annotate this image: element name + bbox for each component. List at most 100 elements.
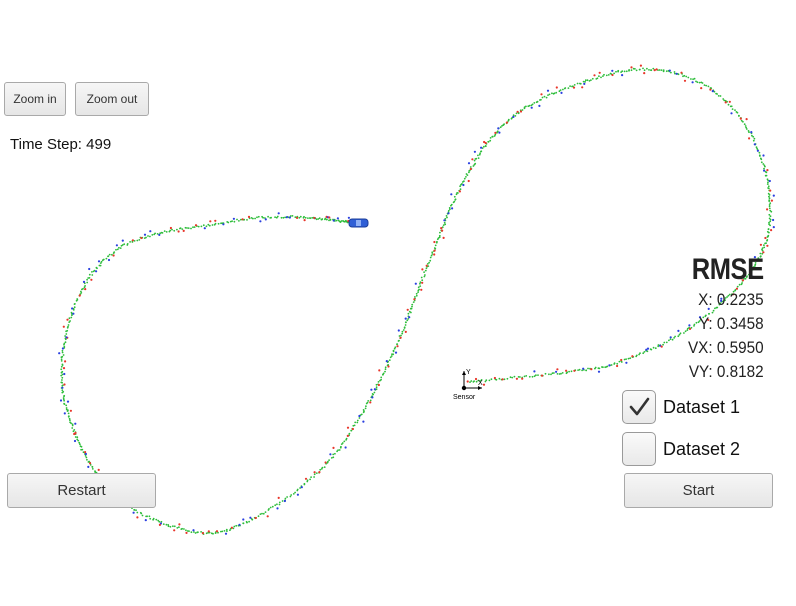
lidar-measurement <box>140 236 143 240</box>
estimate-point <box>755 146 758 149</box>
estimate-point <box>570 370 573 373</box>
radar-measurement <box>285 216 288 219</box>
estimate-point <box>625 70 628 73</box>
estimate-point <box>62 390 65 393</box>
lidar-measurement <box>555 86 558 89</box>
estimate-point <box>465 176 467 178</box>
lidar-measurement <box>241 218 244 221</box>
estimate-point <box>80 290 82 293</box>
estimate-point <box>598 367 601 370</box>
radar-measurement <box>59 399 63 402</box>
estimate-point <box>401 332 404 335</box>
radar-measurement <box>192 529 195 532</box>
estimate-point <box>550 373 552 376</box>
radar-measurement <box>63 372 66 376</box>
estimate-point <box>658 69 661 71</box>
estimate-point <box>531 375 534 378</box>
radar-measurement <box>753 143 756 146</box>
estimate-point <box>382 373 384 376</box>
estimate-point <box>646 67 648 70</box>
dataset1-option: Dataset 1 <box>622 390 740 424</box>
estimate-point <box>303 215 305 218</box>
estimate-point <box>514 115 517 117</box>
estimate-point <box>284 497 287 500</box>
restart-button[interactable]: Restart <box>7 473 156 508</box>
lidar-measurement <box>769 189 772 192</box>
zoom-out-button[interactable]: Zoom out <box>75 82 149 116</box>
estimate-point <box>491 135 494 138</box>
estimate-point <box>553 372 555 374</box>
estimate-point <box>79 445 82 448</box>
estimate-point <box>493 135 496 137</box>
estimate-point <box>652 67 655 70</box>
radar-measurement <box>385 360 388 363</box>
estimate-point <box>173 525 176 528</box>
estimate-point <box>544 372 547 375</box>
estimate-point <box>60 381 63 384</box>
estimate-point <box>582 80 585 83</box>
estimate-point <box>768 223 770 226</box>
estimate-point <box>375 386 378 389</box>
estimate-point <box>752 139 755 142</box>
sensor-dot <box>461 385 467 391</box>
start-button[interactable]: Start <box>624 473 773 508</box>
dataset1-checkbox[interactable] <box>622 390 656 424</box>
radar-measurement <box>82 280 86 283</box>
estimate-point <box>88 273 91 276</box>
radar-measurement <box>611 69 614 72</box>
estimate-point <box>735 111 738 113</box>
estimate-point <box>71 427 74 429</box>
radar-measurement <box>646 347 650 350</box>
estimate-point <box>71 423 74 426</box>
lidar-measurement <box>62 367 66 370</box>
estimate-point <box>235 524 238 527</box>
lidar-measurement <box>482 383 486 386</box>
estimate-point <box>286 496 288 498</box>
estimate-point <box>629 357 632 360</box>
lidar-measurement <box>313 216 316 220</box>
estimate-point <box>609 72 612 75</box>
radar-measurement <box>762 154 765 157</box>
estimate-point <box>384 368 387 371</box>
estimate-point <box>768 197 771 200</box>
estimate-point <box>547 94 549 96</box>
estimate-point <box>607 74 610 76</box>
estimate-point <box>556 373 559 375</box>
estimate-point <box>719 95 722 97</box>
estimate-point <box>68 415 70 418</box>
estimate-point <box>190 227 192 230</box>
lidar-measurement <box>324 461 327 464</box>
lidar-measurement <box>556 368 559 371</box>
estimate-point <box>613 72 615 75</box>
estimate-point <box>200 225 203 228</box>
lidar-measurement <box>318 471 321 474</box>
radar-measurement <box>72 312 75 315</box>
sensor-origin: Y X Sensor <box>453 369 483 401</box>
estimate-point <box>768 213 771 216</box>
estimate-point <box>193 226 196 229</box>
lidar-measurement <box>516 110 519 113</box>
estimate-point <box>85 456 88 459</box>
lidar-measurement <box>387 365 390 368</box>
lidar-measurement <box>631 355 634 358</box>
lidar-measurement <box>215 530 219 533</box>
lidar-measurement <box>69 409 72 412</box>
estimate-point <box>372 393 375 396</box>
radar-measurement <box>329 453 332 456</box>
estimate-point <box>303 483 306 486</box>
zoom-in-button[interactable]: Zoom in <box>4 82 66 116</box>
estimate-point <box>417 289 420 292</box>
estimate-point <box>91 271 93 273</box>
estimate-point <box>648 69 650 71</box>
estimate-point <box>764 170 767 173</box>
lidar-measurement <box>266 515 269 518</box>
lidar-measurement <box>396 345 399 348</box>
estimate-point <box>154 232 157 235</box>
lidar-measurement <box>97 468 100 471</box>
estimate-point <box>632 67 635 70</box>
estimate-point <box>91 468 94 470</box>
estimate-point <box>271 505 274 508</box>
dataset2-checkbox[interactable] <box>622 432 656 466</box>
estimate-point <box>245 520 248 523</box>
radar-measurement <box>691 81 694 84</box>
